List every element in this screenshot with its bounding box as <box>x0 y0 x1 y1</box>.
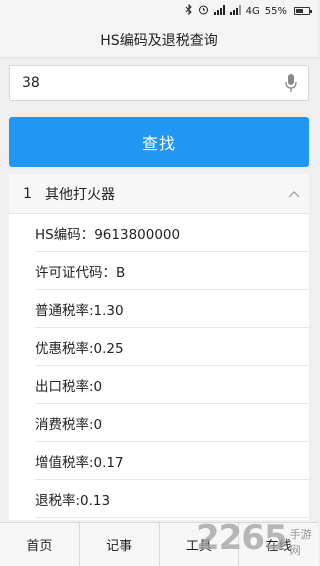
detail-license-code: 许可证代码：B <box>35 264 126 281</box>
bluetooth-icon <box>185 3 193 18</box>
detail-row: 普通税率:1.30 <box>35 290 309 328</box>
search-input[interactable] <box>22 75 284 91</box>
nav-item-online[interactable]: 在线 <box>239 523 318 566</box>
nav-item-tools[interactable]: 工具 <box>160 523 240 566</box>
detail-rebate-rate: 退税率:0.13 <box>35 492 111 509</box>
detail-preferential-rate: 优惠税率:0.25 <box>35 340 124 357</box>
detail-row: 退税率:0.13 <box>35 480 309 518</box>
detail-row: HS编码：9613800000 <box>35 214 309 252</box>
title-bar: HS编码及退税查询 <box>0 22 318 58</box>
find-button[interactable]: 查找 <box>9 117 309 167</box>
microphone-icon[interactable] <box>284 72 298 94</box>
detail-list: HS编码：9613800000 许可证代码：B 普通税率:1.30 优惠税率:0… <box>9 214 309 518</box>
detail-vat-rate: 增值税率:0.17 <box>35 454 124 471</box>
detail-row: 增值税率:0.17 <box>35 442 309 480</box>
detail-row: 消费税率:0 <box>35 404 309 442</box>
nav-item-notes[interactable]: 记事 <box>80 523 160 566</box>
result-index: 1 <box>23 185 32 202</box>
detail-general-rate: 普通税率:1.30 <box>35 302 124 319</box>
result-card: 1 其他打火器 HS编码：9613800000 许可证代码：B 普通税率:1.3… <box>9 174 309 520</box>
result-header[interactable]: 1 其他打火器 <box>9 174 309 214</box>
detail-row: 许可证代码：B <box>35 252 309 290</box>
signal-icon <box>213 4 225 18</box>
bottom-nav: 首页 记事 工具 在线 <box>0 522 318 566</box>
network-label: 4G <box>245 5 260 17</box>
battery-icon <box>294 7 312 15</box>
nav-item-home[interactable]: 首页 <box>0 523 80 566</box>
battery-label: 55% <box>264 5 287 17</box>
search-box[interactable] <box>9 65 309 101</box>
detail-row: 优惠税率:0.25 <box>35 328 309 366</box>
status-bar: 4G 55% <box>0 0 318 22</box>
detail-hs-code: HS编码：9613800000 <box>35 226 181 243</box>
alarm-icon <box>198 4 209 18</box>
detail-consumption-rate: 消费税率:0 <box>35 416 103 433</box>
detail-row: 出口税率:0 <box>35 366 309 404</box>
signal-icon <box>229 4 241 18</box>
detail-export-rate: 出口税率:0 <box>35 378 103 395</box>
chevron-up-icon[interactable] <box>279 190 309 198</box>
result-name: 其他打火器 <box>45 186 115 203</box>
page-title: HS编码及退税查询 <box>100 32 218 49</box>
